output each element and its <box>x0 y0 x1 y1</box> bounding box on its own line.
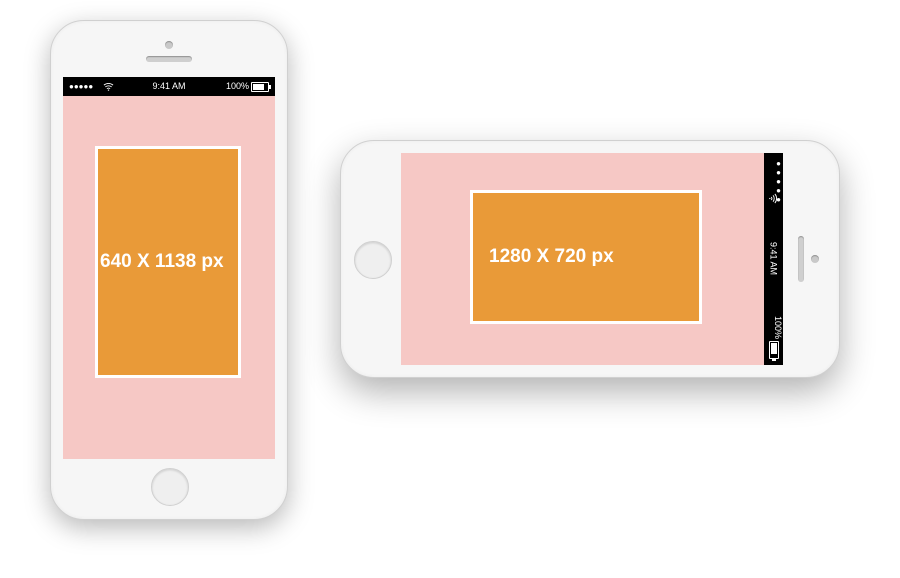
safe-area-landscape: 1280 X 720 px <box>473 193 699 321</box>
phone-mockup-landscape: ●●●●● 9:41 AM 100% 1280 X 720 px <box>340 140 840 378</box>
camera-dot-icon <box>811 255 819 263</box>
diagram-stage: ●●●●● 9:41 AM 100% 640 X 1138 px ●●●●● <box>0 0 900 578</box>
battery-percent: 100% <box>226 77 249 96</box>
dimension-label-landscape: 1280 X 720 px <box>473 245 614 269</box>
safe-area-portrait: 640 X 1138 px <box>98 149 238 375</box>
status-bar: ●●●●● 9:41 AM 100% <box>63 77 275 96</box>
battery-percent: 100% <box>764 316 783 339</box>
camera-dot-icon <box>165 41 173 49</box>
phone-mockup-portrait: ●●●●● 9:41 AM 100% 640 X 1138 px <box>50 20 288 520</box>
earpiece-icon <box>798 236 804 282</box>
home-button-icon <box>151 468 189 506</box>
dimension-label-portrait: 640 X 1138 px <box>98 250 224 274</box>
battery-icon <box>769 341 779 359</box>
home-button-icon <box>354 241 392 279</box>
battery-icon <box>251 82 269 92</box>
screen-portrait: ●●●●● 9:41 AM 100% 640 X 1138 px <box>63 77 275 459</box>
earpiece-icon <box>146 56 192 62</box>
screen-landscape: ●●●●● 9:41 AM 100% 1280 X 720 px <box>401 153 783 365</box>
status-bar: ●●●●● 9:41 AM 100% <box>764 153 783 365</box>
